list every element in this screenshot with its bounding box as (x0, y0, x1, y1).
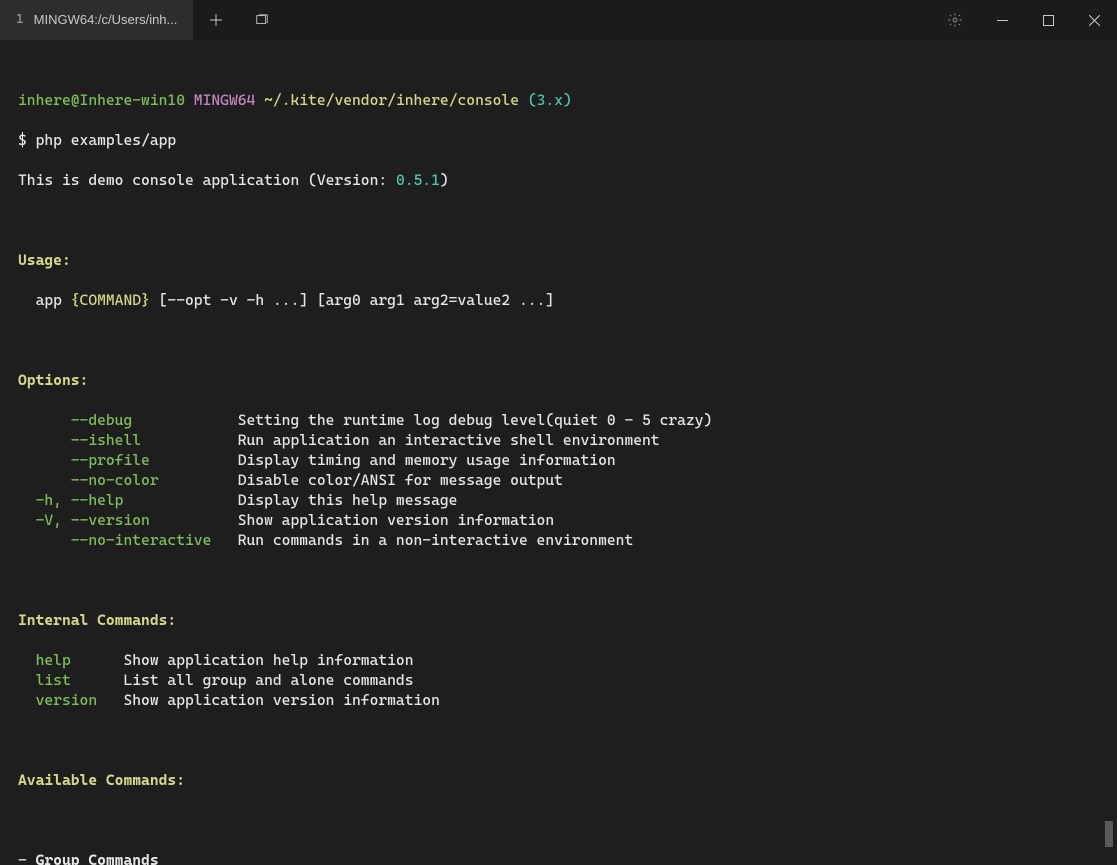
app-desc: This is demo console application (Versio… (18, 170, 1099, 190)
maximize-icon (1043, 15, 1054, 26)
internal-desc: List all group and alone commands (123, 671, 413, 689)
option-desc: Disable color/ANSI for message output (238, 471, 563, 489)
internal-row: helpShow application help information (18, 650, 1099, 670)
panes-icon (255, 13, 269, 27)
tab-title: MINGW64:/c/Users/inh... (34, 10, 178, 30)
prompt-shell: MINGW64 (194, 91, 256, 109)
option-flag: --no-color (18, 470, 238, 490)
internal-desc: Show application help information (123, 651, 413, 669)
internal-desc: Show application version information (123, 691, 439, 709)
plus-icon (209, 13, 223, 27)
titlebar: 1 MINGW64:/c/Users/inh... (0, 0, 1117, 40)
usage-header: Usage: (18, 250, 1099, 270)
option-row: -V, --versionShow application version in… (18, 510, 1099, 530)
internal-row: versionShow application version informat… (18, 690, 1099, 710)
internal-cmd: list (36, 670, 124, 690)
terminal[interactable]: inhere@Inhere-win10 MINGW64 ~/.kite/vend… (0, 40, 1117, 865)
close-icon (1089, 15, 1100, 26)
option-desc: Show application version information (238, 511, 554, 529)
usage-line: app {COMMAND} [--opt -v -h ...] [arg0 ar… (18, 290, 1099, 310)
prompt-line: inhere@Inhere-win10 MINGW64 ~/.kite/vend… (18, 90, 1099, 110)
option-desc: Display timing and memory usage informat… (238, 451, 616, 469)
typed-command: php examples/app (36, 131, 177, 149)
internal-cmd: help (36, 650, 124, 670)
maximize-button[interactable] (1025, 0, 1071, 40)
option-row: --no-colorDisable color/ANSI for message… (18, 470, 1099, 490)
internal-cmd: version (36, 690, 124, 710)
prompt-userhost: inhere@Inhere-win10 (18, 91, 185, 109)
internal-row: listList all group and alone commands (18, 670, 1099, 690)
options-header: Options: (18, 370, 1099, 390)
option-flag: --debug (18, 410, 238, 430)
option-desc: Run application an interactive shell env… (238, 431, 660, 449)
option-flag: --profile (18, 450, 238, 470)
option-row: --ishellRun application an interactive s… (18, 430, 1099, 450)
available-header: Available Commands: (18, 770, 1099, 790)
option-desc: Setting the runtime log debug level(quie… (238, 411, 713, 429)
gear-icon (947, 12, 963, 28)
option-flag: -h, --help (18, 490, 238, 510)
tab-active[interactable]: 1 MINGW64:/c/Users/inh... (0, 0, 193, 40)
command-line: $ php examples/app (18, 130, 1099, 150)
group-commands-header: - Group Commands (18, 850, 1099, 865)
option-row: --profileDisplay timing and memory usage… (18, 450, 1099, 470)
prompt-cwd: ~/.kite/vendor/inhere/console (264, 91, 519, 109)
prompt-branch: 3.x (537, 91, 563, 109)
titlebar-spacer (285, 0, 931, 40)
minimize-icon (997, 15, 1008, 26)
option-row: --debugSetting the runtime log debug lev… (18, 410, 1099, 430)
option-flag: -V, --version (18, 510, 238, 530)
app-version: 0.5.1 (396, 171, 440, 189)
option-desc: Display this help message (238, 491, 458, 509)
option-flag: --ishell (18, 430, 238, 450)
option-row: -h, --helpDisplay this help message (18, 490, 1099, 510)
internal-header: Internal Commands: (18, 610, 1099, 630)
tab-overview-button[interactable] (239, 0, 285, 40)
option-desc: Run commands in a non-interactive enviro… (238, 531, 634, 549)
new-tab-button[interactable] (193, 0, 239, 40)
close-button[interactable] (1071, 0, 1117, 40)
option-row: --no-interactiveRun commands in a non-in… (18, 530, 1099, 550)
settings-button[interactable] (931, 0, 979, 40)
minimize-button[interactable] (979, 0, 1025, 40)
option-flag: --no-interactive (18, 530, 238, 550)
tab-index: 1 (16, 10, 24, 30)
scrollbar[interactable] (1105, 821, 1113, 847)
